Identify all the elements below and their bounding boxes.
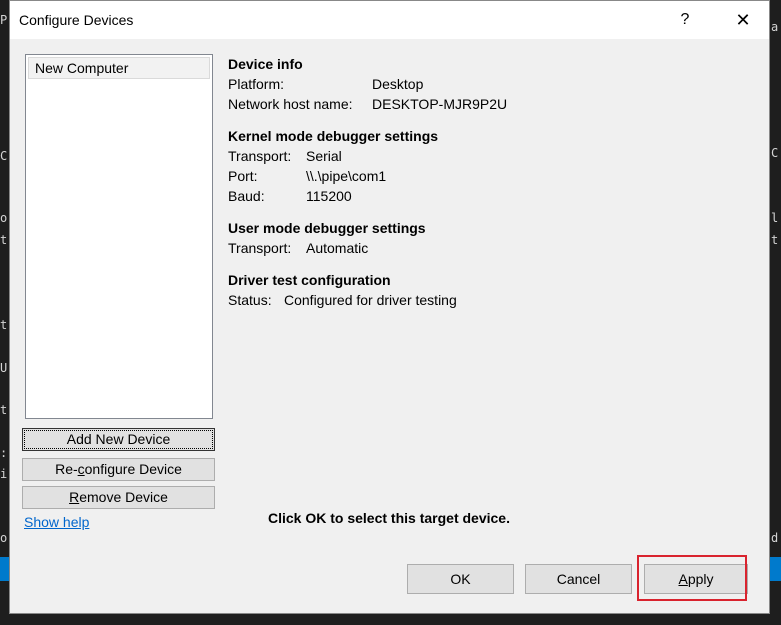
show-help-link[interactable]: Show help: [24, 514, 89, 530]
host-row: Network host name: DESKTOP-MJR9P2U: [228, 96, 528, 114]
host-value: DESKTOP-MJR9P2U: [372, 96, 508, 112]
remove-device-button[interactable]: Remove Device: [22, 486, 215, 509]
bg-glyph: C: [771, 146, 779, 160]
driver-test-heading: Driver test configuration: [228, 272, 391, 288]
bg-glyph: P: [0, 13, 8, 27]
select-device-hint: Click OK to select this target device.: [268, 510, 510, 526]
bg-glyph: C: [0, 149, 8, 163]
ok-label: OK: [450, 571, 471, 587]
kernel-transport-label: Transport:: [228, 148, 292, 164]
remove-label-mnemonic: R: [69, 489, 80, 505]
kernel-baud-value: 115200: [306, 188, 352, 204]
kernel-port-row: Port: \\.\pipe\com1: [228, 168, 528, 186]
driver-status-label: Status:: [228, 292, 272, 308]
cancel-label: Cancel: [556, 571, 601, 587]
user-transport-label: Transport:: [228, 240, 292, 256]
ide-status-bar-left: [0, 557, 9, 581]
apply-highlight-box: [637, 555, 747, 601]
user-transport-value: Automatic: [306, 240, 369, 256]
device-list-item[interactable]: New Computer: [28, 57, 210, 79]
add-new-device-label: Add New Device: [66, 431, 171, 447]
bg-glyph: i: [0, 467, 8, 481]
bg-glyph: l: [771, 211, 779, 225]
bg-glyph: t: [771, 233, 779, 247]
kernel-port-label: Port:: [228, 168, 258, 184]
kernel-baud-label: Baud:: [228, 188, 265, 204]
kernel-transport-value: Serial: [306, 148, 342, 164]
bg-glyph: o: [0, 211, 8, 225]
user-mode-heading: User mode debugger settings: [228, 220, 426, 236]
cancel-button[interactable]: Cancel: [525, 564, 632, 594]
platform-row: Platform: Desktop: [228, 76, 528, 94]
configure-devices-dialog: Configure Devices ? ✕ New Computer Add N…: [9, 0, 770, 614]
kernel-transport-row: Transport: Serial: [228, 148, 528, 166]
add-new-device-button[interactable]: Add New Device: [22, 428, 215, 451]
kernel-baud-row: Baud: 115200: [228, 188, 528, 206]
reconfigure-device-button[interactable]: Re-configure Device: [22, 458, 215, 481]
bg-glyph: o: [0, 531, 8, 545]
bg-glyph: t: [0, 233, 8, 247]
ok-button[interactable]: OK: [407, 564, 514, 594]
bg-glyph: :: [0, 446, 8, 460]
close-icon[interactable]: ✕: [720, 5, 766, 35]
driver-status-row: Status: Configured for driver testing: [228, 292, 548, 310]
platform-value: Desktop: [372, 76, 424, 92]
bg-glyph: t: [0, 318, 8, 332]
bg-glyph: a: [771, 20, 779, 34]
title-bar: Configure Devices ? ✕: [10, 1, 769, 39]
reconfigure-label-mnemonic: c: [77, 461, 85, 477]
dialog-title: Configure Devices: [19, 12, 134, 28]
remove-label-suffix: emove Device: [79, 489, 168, 505]
driver-status-value: Configured for driver testing: [284, 292, 457, 308]
platform-label: Platform:: [228, 76, 285, 92]
help-icon[interactable]: ?: [662, 5, 708, 35]
kernel-heading: Kernel mode debugger settings: [228, 128, 439, 144]
kernel-port-value: \\.\pipe\com1: [306, 168, 387, 184]
device-info-heading: Device info: [228, 56, 303, 72]
bg-glyph: U: [0, 361, 8, 375]
bg-glyph: d: [771, 531, 779, 545]
bg-glyph: t: [0, 403, 8, 417]
reconfigure-label-suffix: onfigure Device: [84, 461, 182, 477]
ide-status-bar-right: [770, 557, 781, 581]
user-transport-row: Transport: Automatic: [228, 240, 528, 258]
reconfigure-label-prefix: Re-: [55, 461, 78, 477]
device-list[interactable]: New Computer: [25, 54, 213, 419]
host-label: Network host name:: [228, 96, 353, 112]
